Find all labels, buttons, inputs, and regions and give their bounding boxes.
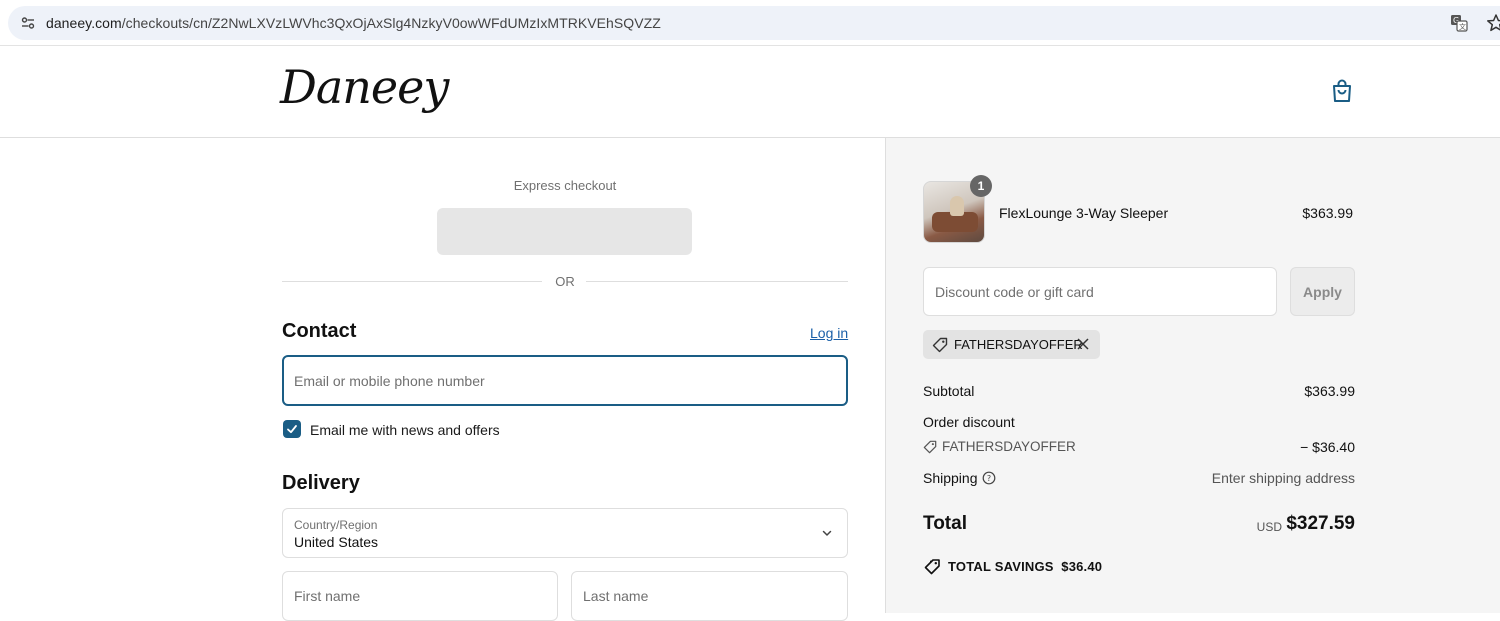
url-path: /checkouts/cn/Z2NwLXVzLWVhc3QxOjAxSlg4Nz… xyxy=(121,15,661,31)
shopping-bag-icon[interactable] xyxy=(1330,78,1354,104)
email-field[interactable] xyxy=(282,355,848,406)
tag-icon xyxy=(932,337,948,353)
chevron-down-icon xyxy=(822,530,832,536)
svg-text:?: ? xyxy=(987,474,991,483)
bookmark-star-icon[interactable] xyxy=(1486,13,1500,33)
remove-code-close-icon[interactable] xyxy=(1076,337,1090,351)
savings-tag-icon xyxy=(924,559,940,575)
applied-code-text: FATHERSDAYOFFER xyxy=(954,337,1083,352)
applied-discount-tag: FATHERSDAYOFFER xyxy=(923,330,1100,359)
help-circle-icon[interactable]: ? xyxy=(982,471,996,485)
news-offers-checkbox[interactable] xyxy=(283,420,301,438)
brand-logo[interactable]: Daneey xyxy=(280,60,449,114)
country-value: United States xyxy=(294,534,379,550)
apply-discount-button[interactable]: Apply xyxy=(1290,267,1355,316)
first-name-field[interactable] xyxy=(282,571,558,621)
subtotal-label: Subtotal xyxy=(923,383,975,399)
browser-toolbar: daneey.com/checkouts/cn/Z2NwLXVzLWVhc3Qx… xyxy=(0,0,1500,46)
order-discount-code: FATHERSDAYOFFER xyxy=(942,439,1076,454)
delivery-heading: Delivery xyxy=(282,472,360,494)
country-select[interactable]: Country/Region United States xyxy=(282,508,848,558)
news-offers-label[interactable]: Email me with news and offers xyxy=(310,422,500,438)
total-savings-text: TOTAL SAVINGS $36.40 xyxy=(948,559,1103,574)
subtotal-value: $363.99 xyxy=(1304,383,1355,399)
product-name: FlexLounge 3-Way Sleeper xyxy=(999,205,1169,221)
order-discount-label: Order discount xyxy=(923,414,1015,430)
shipping-label: Shipping xyxy=(923,470,978,486)
discount-code-field[interactable] xyxy=(923,267,1277,316)
shipping-value: Enter shipping address xyxy=(1211,470,1355,486)
order-discount-value: − $36.40 xyxy=(1300,439,1355,455)
site-header: Daneey xyxy=(0,46,1500,138)
site-info-icon[interactable] xyxy=(20,15,36,31)
url-host: daneey.com xyxy=(46,15,122,31)
login-link[interactable]: Log in xyxy=(810,325,848,341)
total-row: Total USD $327.59 xyxy=(923,513,1355,539)
url-text[interactable]: daneey.com/checkouts/cn/Z2NwLXVzLWVhc3Qx… xyxy=(46,15,661,31)
or-divider: OR xyxy=(282,274,848,290)
translate-icon[interactable]: G 文 xyxy=(1450,14,1468,32)
contact-heading: Contact xyxy=(282,320,357,342)
tag-icon xyxy=(923,440,937,454)
country-label: Country/Region xyxy=(294,518,378,532)
express-checkout-label: Express checkout xyxy=(513,178,617,193)
product-price: $363.99 xyxy=(1302,205,1353,221)
last-name-field[interactable] xyxy=(571,571,848,621)
quantity-badge: 1 xyxy=(970,175,992,197)
total-label: Total xyxy=(923,513,967,534)
svg-text:文: 文 xyxy=(1459,22,1466,31)
express-checkout-button[interactable] xyxy=(437,208,692,255)
checkmark-icon xyxy=(287,425,297,434)
checkout-main: Express checkout OR Contact Log in Email… xyxy=(0,138,885,621)
address-bar[interactable]: daneey.com/checkouts/cn/Z2NwLXVzLWVhc3Qx… xyxy=(8,6,1500,40)
total-currency: USD xyxy=(1256,520,1282,534)
order-summary: 1 FlexLounge 3-Way Sleeper $363.99 Apply… xyxy=(885,138,1500,613)
total-value: $327.59 xyxy=(1286,513,1355,534)
